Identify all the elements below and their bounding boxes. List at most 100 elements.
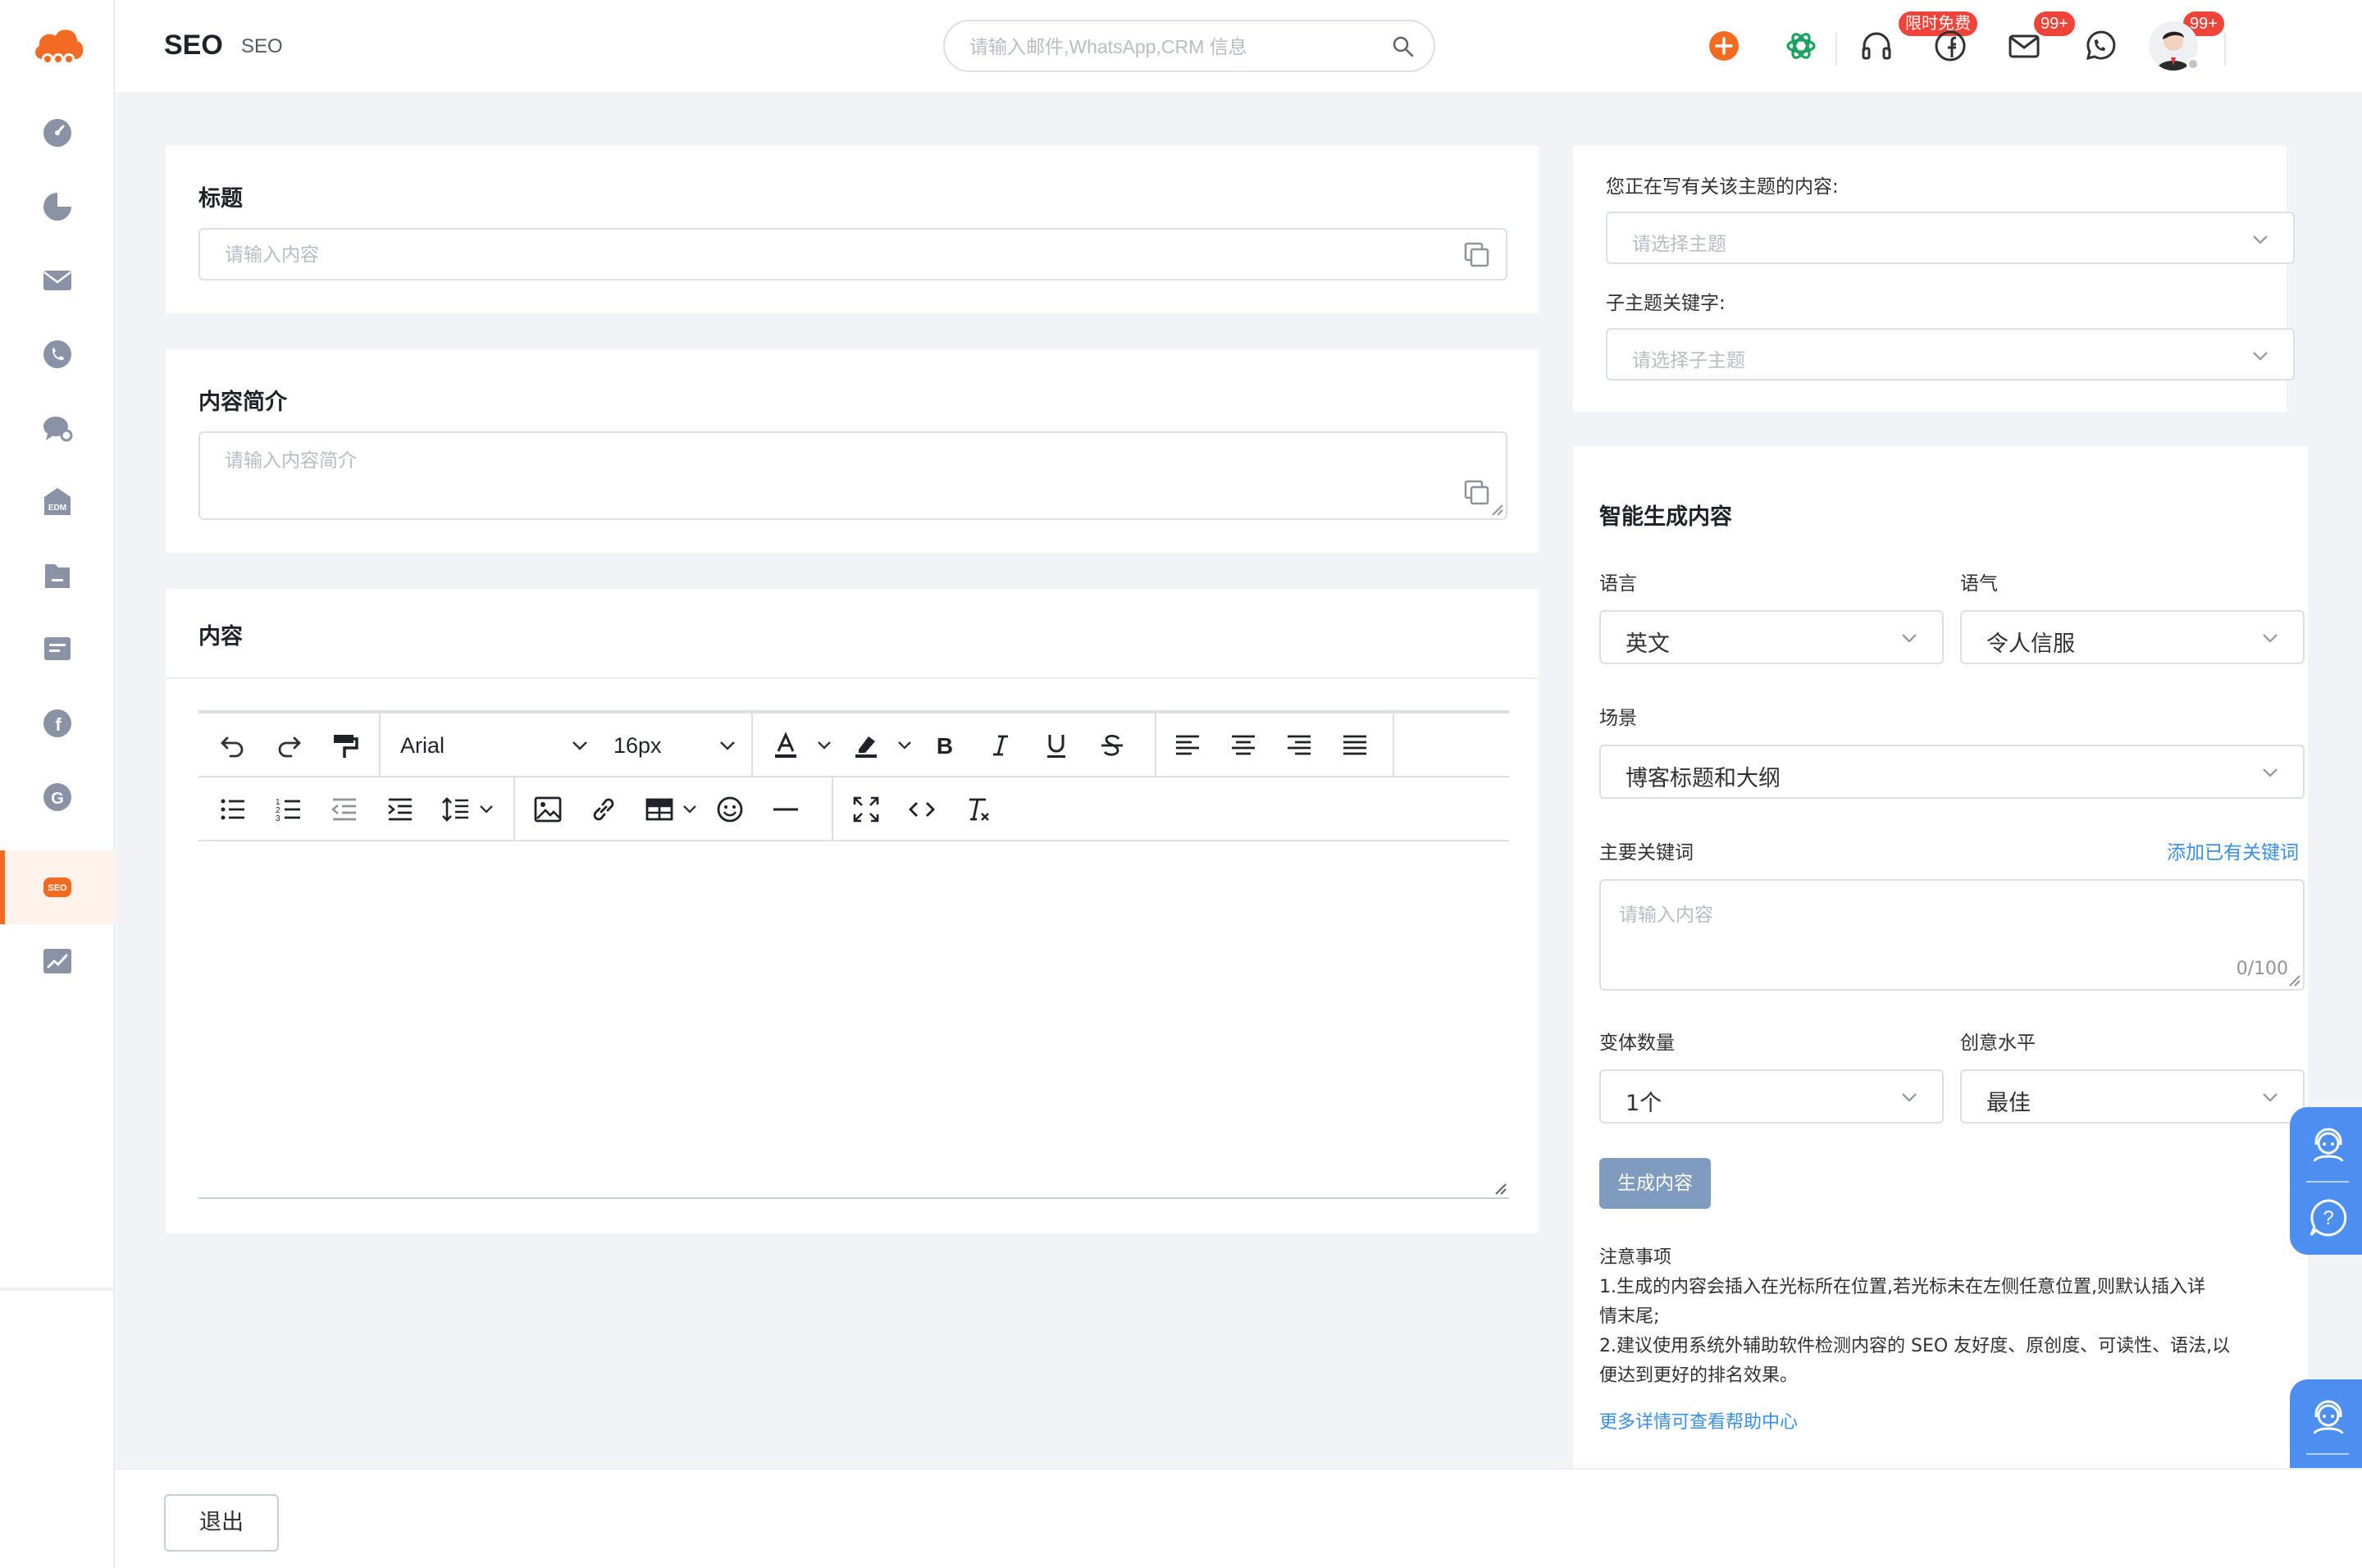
subtopic-select[interactable]: 请选择子主题 [1606, 328, 2295, 381]
chevron-down-icon [1902, 634, 1917, 643]
chevron-down-icon[interactable] [477, 800, 495, 818]
keyword-field[interactable]: 0/100 [1599, 879, 2305, 991]
headset-icon [1862, 32, 1891, 60]
sidebar-item-chat[interactable] [0, 391, 115, 465]
customer-service-icon[interactable] [2306, 1396, 2351, 1440]
sidebar-item-google[interactable]: G [0, 760, 115, 834]
sidebar-item-documents[interactable] [0, 539, 115, 613]
line-height-button[interactable] [440, 793, 472, 826]
search-icon[interactable] [1391, 34, 1416, 59]
title-label: 标题 [198, 186, 243, 212]
sidebar-item-seo[interactable]: SEO [0, 850, 115, 924]
topic-select[interactable]: 请选择主题 [1606, 212, 2295, 264]
bold-button[interactable]: B [928, 729, 961, 762]
language-select[interactable]: 英文 [1599, 610, 1944, 664]
chevron-down-icon[interactable] [815, 736, 833, 754]
brand-logo-icon[interactable] [31, 23, 85, 67]
resize-handle-icon[interactable] [1489, 502, 1504, 517]
scene-select[interactable]: 博客标题和大纲 [1599, 745, 2305, 799]
title-input[interactable] [225, 239, 1455, 271]
language-label: 语言 [1599, 573, 1637, 595]
floating-help-widget[interactable]: ? [2290, 1107, 2362, 1255]
search-input[interactable] [969, 31, 1379, 62]
customer-service-icon[interactable] [2306, 1124, 2351, 1168]
sidebar-item-whatsapp[interactable] [0, 317, 115, 391]
format-painter-button[interactable] [328, 729, 361, 762]
sidebar-item-facebook[interactable]: f [0, 686, 115, 760]
note-1-cont: 情末尾; [1599, 1306, 1660, 1327]
font-family-select[interactable]: Arial [400, 727, 590, 764]
summary-field[interactable] [198, 431, 1507, 520]
widget-divider [2306, 1181, 2349, 1183]
exit-button[interactable]: 退出 [164, 1494, 279, 1552]
variant-count-select[interactable]: 1个 [1599, 1069, 1944, 1124]
highlight-button[interactable] [850, 729, 882, 762]
toolbar-separator [379, 713, 381, 777]
header-separator [1835, 33, 1837, 66]
keyword-textarea[interactable] [1619, 899, 2242, 964]
chevron-down-icon [2263, 634, 2278, 643]
outdent-button[interactable] [328, 793, 361, 826]
generate-content-button[interactable]: 生成内容 [1599, 1158, 1711, 1209]
font-size-select[interactable]: 16px [613, 727, 738, 764]
tone-select[interactable]: 令人信服 [1960, 610, 2305, 664]
notes-icon [44, 637, 71, 660]
add-existing-keyword-link[interactable]: 添加已有关键词 [2167, 836, 2299, 864]
mail-button[interactable] [2006, 28, 2042, 64]
code-view-button[interactable] [905, 793, 938, 826]
status-indicator [2186, 57, 2200, 71]
ai-assistant-button[interactable] [1783, 28, 1819, 64]
horizontal-rule-button[interactable] [769, 793, 802, 826]
google-icon: G [43, 783, 71, 811]
align-right-button[interactable] [1283, 729, 1316, 762]
align-left-button[interactable] [1171, 729, 1204, 762]
sidebar-item-analytics[interactable] [0, 924, 115, 998]
rich-text-editor[interactable]: Arial 16px B 1 2 3 [198, 710, 1509, 1199]
copy-icon[interactable] [1463, 479, 1491, 507]
insert-table-button[interactable] [643, 793, 676, 826]
clear-format-button[interactable] [961, 793, 994, 826]
resize-handle-icon[interactable] [1493, 1181, 1507, 1196]
undo-button[interactable] [217, 729, 249, 762]
help-question-icon[interactable]: ? [2306, 1196, 2351, 1240]
editor-content-area[interactable] [198, 843, 1509, 1197]
sidebar-item-mail[interactable] [0, 244, 115, 317]
font-color-button[interactable] [769, 729, 802, 762]
summary-textarea[interactable] [225, 444, 1455, 510]
sidebar-item-reports[interactable] [0, 170, 115, 244]
sidebar-item-dashboard[interactable] [0, 96, 115, 170]
quick-add-button[interactable] [1706, 28, 1742, 64]
help-center-link[interactable]: 更多详情可查看帮助中心 [1599, 1407, 1798, 1434]
numbered-list-button[interactable]: 123 [272, 793, 305, 826]
topic-panel: 您正在写有关该主题的内容: 请选择主题 子主题关键字: 请选择子主题 [1573, 146, 2295, 412]
resize-handle-icon[interactable] [2287, 973, 2301, 987]
whatsapp-icon [2086, 30, 2116, 61]
bullet-list-button[interactable] [217, 793, 249, 826]
creativity-select[interactable]: 最佳 [1960, 1069, 2305, 1124]
title-field[interactable] [198, 228, 1507, 280]
sidebar-item-notes[interactable] [0, 613, 115, 686]
align-center-button[interactable] [1227, 729, 1260, 762]
whatsapp-button[interactable] [2082, 28, 2118, 64]
support-headset-button[interactable] [1858, 28, 1895, 64]
global-search[interactable] [943, 20, 1435, 72]
insert-image-button[interactable] [531, 793, 564, 826]
insert-emoji-button[interactable] [714, 793, 746, 826]
indent-button[interactable] [384, 793, 417, 826]
italic-button[interactable] [984, 729, 1017, 762]
justify-button[interactable] [1338, 729, 1371, 762]
chevron-down-icon[interactable] [896, 736, 914, 754]
copy-icon[interactable] [1463, 241, 1491, 269]
underline-button[interactable] [1040, 729, 1073, 762]
underline-icon [1047, 735, 1065, 758]
strikethrough-button[interactable] [1096, 729, 1129, 762]
highlighter-icon [855, 736, 877, 758]
facebook-button[interactable] [1932, 28, 1968, 64]
svg-text:?: ? [2323, 1207, 2333, 1229]
chevron-down-icon [2263, 768, 2278, 777]
redo-button[interactable] [272, 729, 305, 762]
sidebar-item-edm[interactable]: EDM [0, 465, 115, 539]
insert-link-button[interactable] [587, 793, 620, 826]
chevron-down-icon[interactable] [681, 800, 699, 818]
fullscreen-button[interactable] [850, 793, 882, 826]
